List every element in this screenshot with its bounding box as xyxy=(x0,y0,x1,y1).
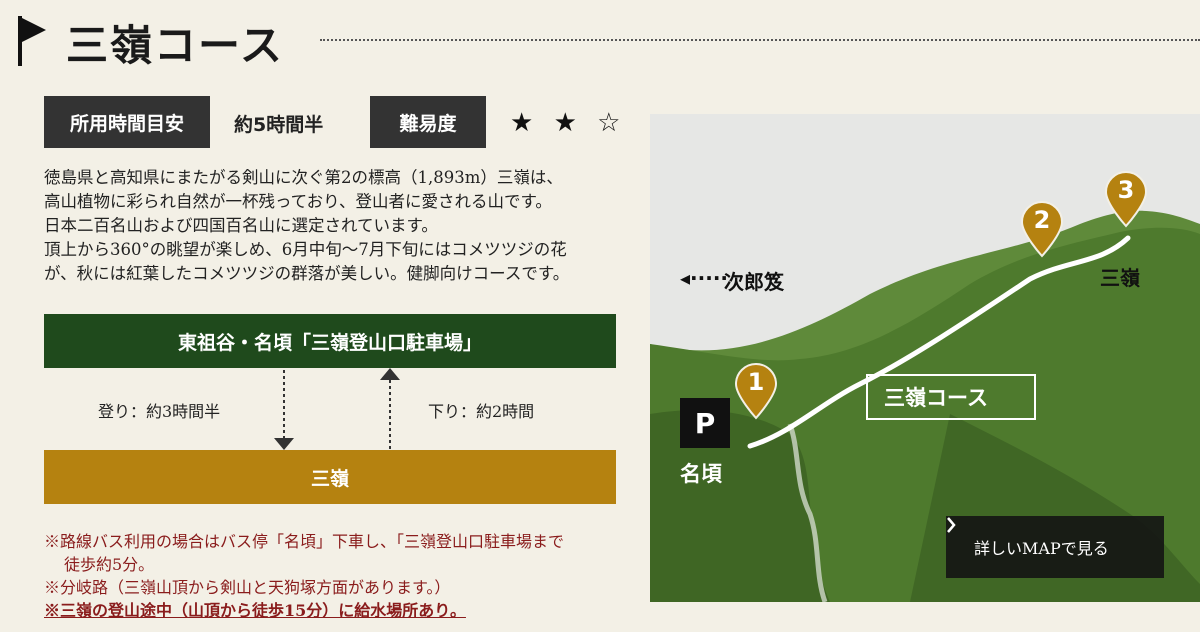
note-water: ※三嶺の登山途中（山頂から徒歩15分）に給水場所あり。 xyxy=(44,601,466,620)
ascent-time: 登り：約3時間半 xyxy=(98,402,221,421)
detail-map-button[interactable]: 詳しいMAPで見る xyxy=(946,516,1164,578)
route-end-box: 三嶺 xyxy=(44,450,616,504)
descent-time: 下り：約2時間 xyxy=(428,402,535,421)
map-label-nagoro: 名頃 xyxy=(680,462,722,486)
star-filled-icon: ★ ★ xyxy=(510,108,583,138)
map-label-peak: 三嶺 xyxy=(1100,266,1140,290)
time-label: 所用時間目安 xyxy=(44,96,210,148)
course-map[interactable]: ◂····· 次郎笈 三嶺 三嶺コース P 名頃 1 2 3 詳しいMAPで見る xyxy=(650,114,1200,602)
detail-map-button-label: 詳しいMAPで見る xyxy=(974,539,1109,558)
map-pin-icon: 3 xyxy=(1104,170,1148,228)
map-label-trail: 三嶺コース xyxy=(884,386,988,410)
star-empty-icon: ☆ xyxy=(597,108,627,138)
course-description: 徳島県と高知県にまたがる剣山に次ぐ第2の標高（1,893m）三嶺は、 高山植物に… xyxy=(44,166,614,286)
page-title: 三嶺コース xyxy=(66,21,284,70)
route-start-box: 東祖谷・名頃「三嶺登山口駐車場」 xyxy=(44,314,616,368)
note-bus: ※路線バス利用の場合はバス停「名頃」下車し、「三嶺登山口駐車場まで xyxy=(44,532,565,551)
map-pin-icon: 1 xyxy=(734,362,778,420)
marker-number: 1 xyxy=(747,368,765,396)
down-arrow-head-icon xyxy=(274,438,294,450)
marker-number: 2 xyxy=(1033,206,1051,234)
chevron-right-icon xyxy=(947,517,956,533)
up-arrow-head-icon xyxy=(380,368,400,380)
description-line: 高山植物に彩られ自然が一杯残っており、登山者に愛される山です。 xyxy=(44,192,552,211)
note-bus-cont: 徒歩約5分。 xyxy=(64,555,155,574)
flag-icon xyxy=(18,16,46,66)
note-branch: ※分岐路（三嶺山頂から剣山と天狗塚方面があります。） xyxy=(44,578,451,597)
parking-icon: P xyxy=(680,398,730,448)
notes: ※路線バス利用の場合はバス停「名頃」下車し、「三嶺登山口駐車場まで 徒歩約5分。… xyxy=(44,530,624,622)
difficulty-label: 難易度 xyxy=(370,96,486,148)
description-line: 頂上から360°の眺望が楽しめ、6月中旬〜7月下旬にはコメツツジの花 xyxy=(44,240,567,259)
description-line: が、秋には紅葉したコメツツジの群落が美しい。健脚向けコースです。 xyxy=(44,264,570,283)
description-line: 徳島県と高知県にまたがる剣山に次ぐ第2の標高（1,893m）三嶺は、 xyxy=(44,168,563,187)
marker-number: 3 xyxy=(1117,176,1135,204)
map-pin-icon: 2 xyxy=(1020,200,1064,258)
left-arrow-icon: ◂····· xyxy=(680,266,729,290)
map-label-jiro: 次郎笈 xyxy=(724,270,784,294)
description-line: 日本二百名山および四国百名山に選定されています。 xyxy=(44,216,438,235)
section-header: 三嶺コース xyxy=(16,8,1200,70)
title-divider xyxy=(320,39,1200,41)
route-arrows xyxy=(274,368,400,450)
difficulty-rating: ★ ★ ☆ xyxy=(510,108,626,138)
time-value: 約5時間半 xyxy=(234,114,324,136)
